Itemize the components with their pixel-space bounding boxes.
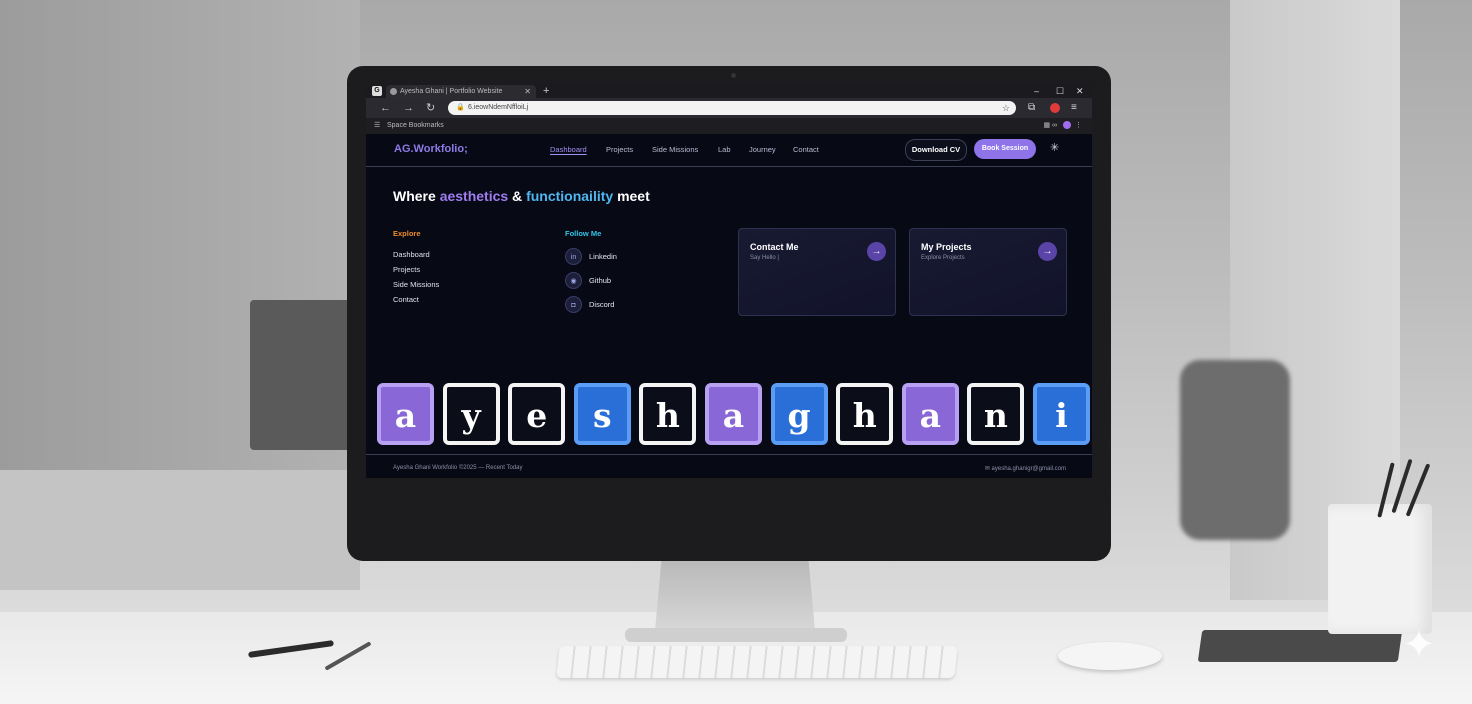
background-monitor: [250, 300, 350, 450]
social-label: Github: [589, 276, 612, 285]
background-chair: [1180, 360, 1290, 540]
name-tiles: ayeshaghani: [377, 383, 1090, 445]
avatar[interactable]: [1063, 121, 1071, 130]
arrow-right-icon[interactable]: →: [1038, 242, 1057, 261]
monitor-stand-base: [625, 628, 847, 642]
headline-text: Where: [393, 188, 440, 204]
projects-card[interactable]: My Projects Explore Projects →: [909, 228, 1067, 316]
bookmarks-bar: ☰ Space Bookmarks ▦ ∞ ⋮: [366, 118, 1092, 134]
app-icon: G: [372, 86, 382, 96]
explore-heading: Explore: [393, 229, 421, 238]
explore-link-side-missions[interactable]: Side Missions: [393, 280, 439, 289]
background-shelf: [0, 470, 360, 590]
explore-link-dashboard[interactable]: Dashboard: [393, 250, 430, 259]
monitor-stand: [655, 561, 815, 631]
social-label: Linkedin: [589, 252, 617, 261]
headline-text: meet: [613, 188, 650, 204]
linkedin-icon: in: [565, 248, 582, 265]
contact-card[interactable]: Contact Me Say Hello | →: [738, 228, 896, 316]
notebook: [1197, 630, 1403, 662]
nav-side-missions[interactable]: Side Missions: [652, 145, 698, 154]
close-icon[interactable]: ✕: [524, 85, 531, 98]
discord-icon: ◘: [565, 296, 582, 313]
site-footer: Ayesha Ghani Workfolio ©2025 — Recent To…: [366, 454, 1092, 478]
name-tile: n: [967, 383, 1025, 445]
forward-icon[interactable]: →: [403, 100, 414, 116]
book-session-button[interactable]: Book Session: [974, 139, 1036, 159]
bookmark-star-icon[interactable]: ☆: [1002, 101, 1010, 115]
pen-cup: [1328, 504, 1432, 634]
nav-dashboard[interactable]: Dashboard: [550, 145, 587, 154]
name-tile: e: [508, 383, 566, 445]
browser-toolbar: ← → ↻ 🔒 6.ieowNdemNffloiLj ☆ ⧉ ≡: [366, 98, 1092, 118]
name-tile: a: [901, 383, 959, 445]
site-logo[interactable]: AG.Workfolio;: [394, 143, 468, 155]
footer-copyright: Ayesha Ghani Workfolio ©2025 — Recent To…: [393, 465, 523, 471]
browser-tabbar: G Ayesha Ghani | Portfolio Website ✕ + –…: [366, 84, 1092, 98]
card-title: Contact Me: [750, 242, 799, 252]
minimize-button[interactable]: –: [1034, 84, 1039, 98]
card-subtitle: Explore Projects: [921, 255, 965, 261]
name-tile: h: [836, 383, 894, 445]
sparkle-icon: ✦: [1402, 623, 1436, 667]
extensions-icon[interactable]: ⧉: [1028, 101, 1035, 115]
favicon-icon: [390, 88, 397, 95]
download-cv-button[interactable]: Download CV: [905, 139, 967, 161]
arrow-right-icon[interactable]: →: [867, 242, 886, 261]
social-label: Discord: [589, 300, 615, 309]
theme-toggle-icon[interactable]: ✳: [1050, 141, 1059, 154]
bookmark-item[interactable]: Space Bookmarks: [387, 118, 444, 134]
name-tile: y: [442, 383, 500, 445]
screen: G Ayesha Ghani | Portfolio Website ✕ + –…: [366, 84, 1092, 478]
name-tile: h: [639, 383, 697, 445]
maximize-button[interactable]: ☐: [1056, 84, 1064, 98]
bookmarks-icon: ☰: [374, 122, 381, 129]
back-icon[interactable]: ←: [380, 100, 391, 116]
name-tile: g: [770, 383, 828, 445]
nav-journey[interactable]: Journey: [749, 145, 776, 154]
card-subtitle: Say Hello |: [750, 255, 779, 261]
explore-link-contact[interactable]: Contact: [393, 295, 419, 304]
footer-email[interactable]: ✉ ayesha.ghanigr@gmail.com: [985, 465, 1066, 472]
lock-icon: 🔒: [456, 104, 465, 111]
nav-projects[interactable]: Projects: [606, 145, 633, 154]
nav-lab[interactable]: Lab: [718, 145, 731, 154]
address-bar[interactable]: 🔒 6.ieowNdemNffloiLj ☆: [448, 101, 1016, 115]
menu-icon[interactable]: ≡: [1071, 101, 1077, 115]
footer-email-text: ayesha.ghanigr@gmail.com: [991, 466, 1066, 472]
nav-contact[interactable]: Contact: [793, 145, 819, 154]
site-navbar: AG.Workfolio; Dashboard Projects Side Mi…: [366, 134, 1092, 167]
tab-title: Ayesha Ghani | Portfolio Website: [400, 88, 503, 95]
name-tile: a: [377, 383, 434, 445]
headline-highlight-purple: aesthetics: [439, 188, 509, 204]
browser-tab[interactable]: Ayesha Ghani | Portfolio Website ✕: [386, 85, 536, 98]
webcam-icon: [731, 73, 736, 78]
profile-icon[interactable]: [1050, 103, 1060, 113]
headline-text: &: [508, 188, 527, 204]
headline-highlight-cyan: functionaility: [526, 188, 614, 204]
reload-icon[interactable]: ↻: [426, 100, 435, 116]
name-tile: i: [1033, 383, 1090, 445]
github-icon: ◉: [565, 272, 582, 289]
card-title: My Projects: [921, 242, 972, 252]
mouse: [1058, 642, 1162, 670]
hero-headline: Where aesthetics & functionaility meet: [393, 188, 650, 204]
name-tile: s: [573, 383, 631, 445]
keyboard: [556, 646, 958, 678]
url-text: 6.ieowNdemNffloiLj: [468, 104, 529, 111]
name-tile: a: [705, 383, 762, 445]
browser-extras[interactable]: ▦ ∞ ⋮: [1044, 118, 1082, 134]
close-window-button[interactable]: ✕: [1076, 84, 1084, 98]
new-tab-button[interactable]: +: [543, 84, 549, 98]
explore-link-projects[interactable]: Projects: [393, 265, 420, 274]
follow-heading: Follow Me: [565, 229, 602, 238]
